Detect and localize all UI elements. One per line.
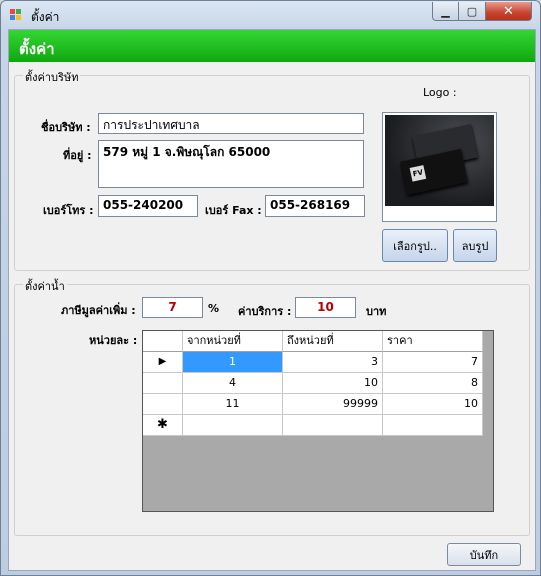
phone-label: เบอร์โทร : xyxy=(43,204,94,217)
address-label: ที่อยู่ : xyxy=(63,149,92,162)
close-icon: ✕ xyxy=(503,3,514,19)
current-row-icon[interactable]: ▶ xyxy=(143,352,183,373)
table-cell[interactable] xyxy=(283,415,383,436)
table-cell[interactable]: 4 xyxy=(183,373,283,394)
title-bar: ตั้งค่า ▁ ▢ ✕ xyxy=(1,1,540,29)
fv-logo-mark: FV xyxy=(409,165,427,182)
new-row-icon[interactable]: ✱ xyxy=(143,415,183,436)
header-banner: ตั้งค่า xyxy=(9,30,535,62)
column-header-price[interactable]: ราคา xyxy=(383,331,483,352)
column-header-from-unit[interactable]: จากหน่วยที่ xyxy=(183,331,283,352)
vat-unit: % xyxy=(208,302,220,315)
row-header-corner xyxy=(143,331,183,352)
row-header[interactable] xyxy=(143,373,183,394)
table-cell[interactable]: 10 xyxy=(383,394,483,415)
company-name-field[interactable]: การประปาเทศบาล xyxy=(98,113,364,134)
fax-label: เบอร์ Fax : xyxy=(205,204,262,217)
water-settings-legend: ตั้งค่าน้ำ xyxy=(23,277,67,295)
table-cell[interactable]: 11 xyxy=(183,394,283,415)
select-image-button[interactable]: เลือกรูป.. xyxy=(382,229,448,262)
settings-window: ตั้งค่า ▁ ▢ ✕ ตั้งค่า ตั้งค่าบริษัท ชื่อ… xyxy=(0,0,541,576)
page-title: ตั้งค่า xyxy=(19,40,55,58)
app-icon xyxy=(10,9,24,21)
maximize-button[interactable]: ▢ xyxy=(458,2,486,21)
maximize-icon: ▢ xyxy=(466,4,478,18)
service-fee-unit: บาท xyxy=(366,305,387,318)
table-cell[interactable]: 10 xyxy=(283,373,383,394)
column-header-to-unit[interactable]: ถึงหน่วยที่ xyxy=(283,331,383,352)
minimize-icon: ▁ xyxy=(441,4,450,18)
window-title: ตั้งค่า xyxy=(31,10,60,24)
row-header[interactable] xyxy=(143,394,183,415)
table-cell[interactable] xyxy=(183,415,283,436)
phone-field[interactable]: 055-240200 xyxy=(98,195,198,217)
client-area: ตั้งค่า ตั้งค่าบริษัท ชื่อบริษัท : การปร… xyxy=(8,29,536,571)
service-fee-field[interactable]: 10 xyxy=(295,297,356,318)
table-cell[interactable]: 99999 xyxy=(283,394,383,415)
rate-table[interactable]: จากหน่วยที่ ถึงหน่วยที่ ราคา ▶ 1 3 7 4 1… xyxy=(142,330,494,512)
rate-per-unit-label: หน่วยละ : xyxy=(89,334,138,347)
delete-image-button[interactable]: ลบรูป xyxy=(453,229,497,262)
business-card-front: FV xyxy=(400,148,468,196)
table-cell[interactable]: 8 xyxy=(383,373,483,394)
address-field[interactable]: 579 หมู่ 1 จ.พิษณุโลก 65000 xyxy=(98,140,364,188)
table-cell[interactable]: 7 xyxy=(383,352,483,373)
service-fee-label: ค่าบริการ : xyxy=(238,305,292,318)
logo-picture[interactable]: FV xyxy=(382,112,497,222)
company-settings-legend: ตั้งค่าบริษัท xyxy=(23,68,81,86)
logo-label: Logo : xyxy=(423,86,457,99)
minimize-button[interactable]: ▁ xyxy=(432,2,459,21)
close-button[interactable]: ✕ xyxy=(485,2,532,21)
vat-field[interactable]: 7 xyxy=(142,297,203,318)
vat-label: ภาษีมูลค่าเพิ่ม : xyxy=(61,304,136,317)
logo-image: FV xyxy=(385,115,494,206)
table-cell[interactable] xyxy=(383,415,483,436)
save-button[interactable]: บันทึก xyxy=(447,543,521,566)
table-cell[interactable]: 3 xyxy=(283,352,383,373)
fax-field[interactable]: 055-268169 xyxy=(265,195,365,217)
table-cell[interactable]: 1 xyxy=(183,352,283,373)
company-name-label: ชื่อบริษัท : xyxy=(41,121,91,134)
